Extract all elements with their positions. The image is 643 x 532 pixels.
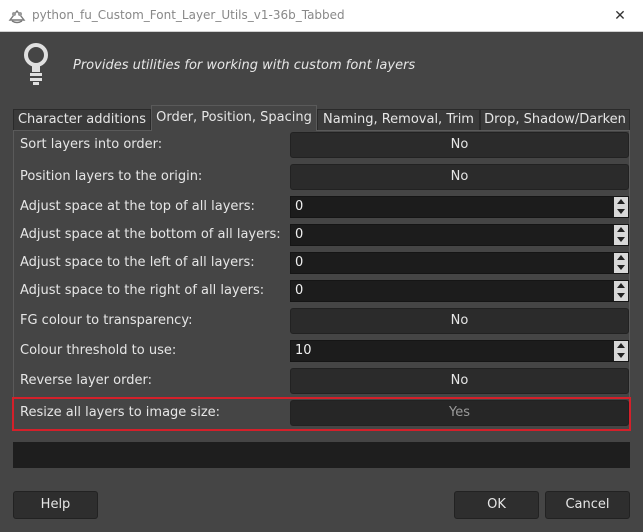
tab-naming-removal-trim[interactable]: Naming, Removal, Trim: [317, 109, 480, 131]
spinner-arrows[interactable]: [614, 197, 628, 217]
field-label: Adjust space to the right of all layers:: [20, 283, 265, 298]
field-row: Adjust space to the left of all layers: …: [20, 249, 630, 277]
field-row: Position layers to the origin: No: [20, 163, 630, 191]
progress-bar: [13, 442, 630, 468]
space-bottom-spinner[interactable]: 0: [290, 224, 629, 246]
arrow-up-icon[interactable]: [617, 255, 625, 260]
ok-button[interactable]: OK: [454, 491, 539, 519]
fg-transparency-toggle[interactable]: No: [290, 308, 629, 334]
window-close-button[interactable]: ✕: [597, 0, 643, 32]
spinner-value[interactable]: 0: [295, 281, 303, 301]
field-label: Resize all layers to image size:: [20, 405, 221, 420]
field-label: Adjust space at the bottom of all layers…: [20, 227, 281, 242]
close-icon: ✕: [614, 8, 626, 24]
spinner-value[interactable]: 0: [295, 197, 303, 217]
arrow-down-icon[interactable]: [617, 353, 625, 358]
spinner-value[interactable]: 0: [295, 253, 303, 273]
field-row: Sort layers into order: No: [20, 131, 630, 159]
arrow-down-icon[interactable]: [617, 237, 625, 242]
field-row: Colour threshold to use: 10: [20, 337, 630, 365]
resize-layers-toggle[interactable]: Yes: [290, 400, 629, 426]
window-title: python_fu_Custom_Font_Layer_Utils_v1-36b…: [32, 8, 345, 22]
help-button[interactable]: Help: [13, 491, 98, 519]
space-top-spinner[interactable]: 0: [290, 196, 629, 218]
tab-order-position-spacing[interactable]: Order, Position, Spacing: [151, 105, 317, 131]
spinner-arrows[interactable]: [614, 341, 628, 361]
field-row: FG colour to transparency: No: [20, 307, 630, 335]
dialog-client: Provides utilities for working with cust…: [0, 33, 643, 532]
field-row: Adjust space at the top of all layers: 0: [20, 193, 630, 221]
field-row: Reverse layer order: No: [20, 367, 630, 395]
tab-bar: Character additions Order, Position, Spa…: [13, 105, 630, 131]
tab-drop-shadow-darken[interactable]: Drop, Shadow/Darken: [480, 109, 630, 131]
position-origin-toggle[interactable]: No: [290, 164, 629, 190]
arrow-up-icon[interactable]: [617, 227, 625, 232]
field-label: Reverse layer order:: [20, 373, 152, 388]
arrow-down-icon[interactable]: [617, 209, 625, 214]
arrow-up-icon[interactable]: [617, 283, 625, 288]
cancel-button[interactable]: Cancel: [545, 491, 630, 519]
gimp-app-icon: [8, 9, 26, 24]
colour-threshold-spinner[interactable]: 10: [290, 340, 629, 362]
field-label: Colour threshold to use:: [20, 343, 177, 358]
spinner-value[interactable]: 0: [295, 225, 303, 245]
sort-layers-toggle[interactable]: No: [290, 132, 629, 158]
space-right-spinner[interactable]: 0: [290, 280, 629, 302]
field-label: FG colour to transparency:: [20, 313, 193, 328]
field-label: Adjust space to the left of all layers:: [20, 255, 255, 270]
reverse-order-toggle[interactable]: No: [290, 368, 629, 394]
arrow-up-icon[interactable]: [617, 199, 625, 204]
title-bar: python_fu_Custom_Font_Layer_Utils_v1-36b…: [0, 0, 643, 32]
field-row: Resize all layers to image size: Yes: [20, 399, 630, 427]
arrow-down-icon[interactable]: [617, 265, 625, 270]
field-label: Position layers to the origin:: [20, 169, 203, 184]
lightbulb-icon: [24, 43, 48, 85]
spinner-arrows[interactable]: [614, 225, 628, 245]
arrow-up-icon[interactable]: [617, 343, 625, 348]
tab-character-additions[interactable]: Character additions: [13, 109, 151, 131]
spinner-arrows[interactable]: [614, 253, 628, 273]
spinner-value[interactable]: 10: [295, 341, 312, 361]
plugin-description: Provides utilities for working with cust…: [73, 58, 416, 73]
field-row: Adjust space to the right of all layers:…: [20, 277, 630, 305]
field-row: Adjust space at the bottom of all layers…: [20, 221, 630, 249]
field-label: Sort layers into order:: [20, 137, 163, 152]
space-left-spinner[interactable]: 0: [290, 252, 629, 274]
spinner-arrows[interactable]: [614, 281, 628, 301]
field-label: Adjust space at the top of all layers:: [20, 199, 255, 214]
arrow-down-icon[interactable]: [617, 293, 625, 298]
